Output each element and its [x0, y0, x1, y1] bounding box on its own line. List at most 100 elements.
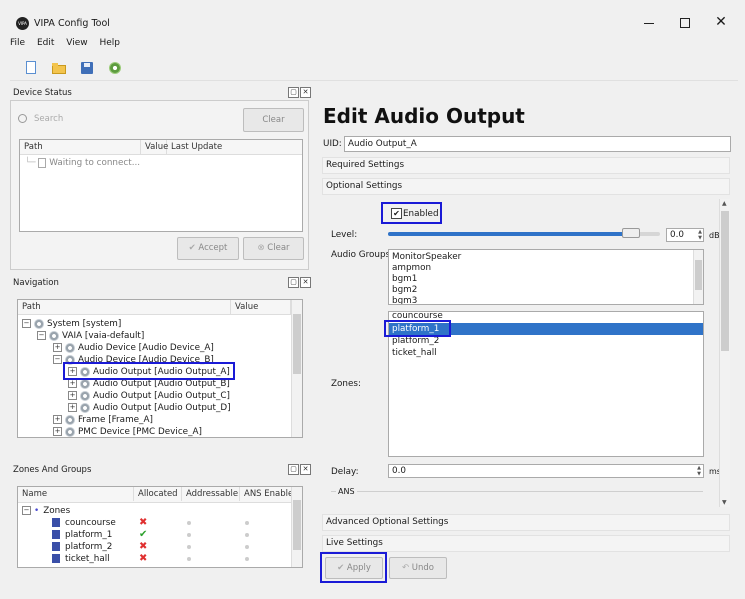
new-icon[interactable] [24, 61, 39, 75]
window-title: VIPA Config Tool [34, 18, 110, 29]
close-panel-icon[interactable]: ✕ [300, 464, 311, 475]
zones-scrollbar[interactable] [291, 487, 302, 567]
list-item[interactable]: bgm3 [392, 296, 417, 304]
list-item[interactable]: ampmon [392, 263, 431, 274]
close-panel-icon[interactable]: ✕ [300, 87, 311, 98]
zone-row[interactable]: councourse ✖ [52, 517, 292, 529]
collapse-icon[interactable]: − [37, 331, 46, 340]
tree-item-system[interactable]: − System [system] [22, 318, 121, 330]
menu-view[interactable]: View [66, 38, 87, 48]
spin-arrows-icon[interactable]: ▲ ▼ [698, 229, 702, 241]
menu-help[interactable]: Help [99, 38, 120, 48]
search-icon [18, 114, 27, 123]
column-name[interactable]: Name [18, 487, 134, 501]
column-path[interactable]: Path [20, 140, 141, 154]
spin-arrows-icon[interactable]: ▲ ▼ [697, 465, 701, 477]
expand-icon[interactable]: + [68, 403, 77, 412]
scrollbar-thumb[interactable] [695, 260, 702, 290]
tree-item-frame-a[interactable]: + Frame [Frame_A] [53, 414, 153, 426]
expand-icon[interactable]: + [53, 415, 62, 424]
level-slider-handle[interactable] [622, 228, 640, 238]
device-status-title: Device Status [13, 88, 72, 98]
close-button[interactable]: ✕ [711, 12, 731, 32]
optional-settings-section[interactable]: Optional Settings [322, 178, 730, 195]
open-folder-icon[interactable] [52, 61, 67, 75]
column-path[interactable]: Path [18, 300, 231, 314]
tree-item-audio-output-c[interactable]: + Audio Output [Audio Output_C] [68, 390, 230, 402]
list-item[interactable]: bgm2 [392, 285, 417, 296]
scroll-down-icon[interactable]: ▼ [722, 499, 727, 506]
expand-icon[interactable]: + [68, 391, 77, 400]
tree-item-zones[interactable]: − • Zones [22, 505, 70, 517]
collapse-icon[interactable]: − [53, 355, 62, 364]
expand-icon[interactable]: + [53, 427, 62, 436]
column-allocated[interactable]: Allocated [134, 487, 182, 501]
list-item[interactable]: bgm1 [392, 274, 417, 285]
collapse-icon[interactable]: − [22, 506, 31, 515]
delay-spinbox[interactable]: 0.0 ▲ ▼ [388, 464, 704, 478]
table-header: Name Allocated Addressable ANS Enabled [18, 487, 299, 503]
menu-file[interactable]: File [10, 38, 25, 48]
tree-item-vaia[interactable]: − VAIA [vaia-default] [37, 330, 144, 342]
expand-icon[interactable]: + [53, 343, 62, 352]
audio-groups-scrollbar[interactable] [693, 250, 703, 304]
level-unit: dB [709, 231, 720, 240]
settings-gear-icon[interactable] [108, 61, 123, 75]
zones-groups-title: Zones And Groups [13, 465, 92, 475]
float-panel-icon[interactable]: ▢ [288, 464, 299, 475]
close-panel-icon[interactable]: ✕ [300, 277, 311, 288]
table-header: Path Value Last Update [20, 140, 302, 155]
list-item[interactable]: ticket_hall [392, 348, 437, 359]
minimize-button[interactable] [640, 15, 660, 31]
advanced-settings-section[interactable]: Advanced Optional Settings [322, 514, 730, 531]
scrollbar-thumb[interactable] [293, 500, 301, 550]
ans-dot-icon [245, 521, 249, 525]
navigation-scrollbar[interactable] [291, 300, 302, 437]
zones-groups-table: Name Allocated Addressable ANS Enabled −… [17, 486, 303, 568]
menu-edit[interactable]: Edit [37, 38, 54, 48]
editor-scrollbar[interactable]: ▲ ▼ [719, 199, 730, 507]
search-input[interactable]: Search [34, 114, 63, 124]
gear-icon [65, 342, 75, 353]
level-spinbox[interactable]: 0.0 ▲ ▼ [666, 228, 704, 242]
undo-button[interactable]: ↶ Undo [389, 557, 447, 579]
menu-bar: File Edit View Help [10, 38, 738, 54]
tree-item-audio-output-d[interactable]: + Audio Output [Audio Output_D] [68, 402, 231, 414]
ans-groupbox [331, 491, 703, 506]
zone-row[interactable]: platform_1 ✔ [52, 529, 292, 541]
column-value[interactable]: Value [141, 140, 168, 154]
required-settings-section[interactable]: Required Settings [322, 157, 730, 174]
float-panel-icon[interactable]: ▢ [288, 277, 299, 288]
tree-item-audio-device-a[interactable]: + Audio Device [Audio Device_A] [53, 342, 214, 354]
float-panel-icon[interactable]: ▢ [288, 87, 299, 98]
gear-icon [65, 414, 75, 425]
zone-row[interactable]: ticket_hall ✖ [52, 553, 292, 565]
column-addressable[interactable]: Addressable [182, 487, 240, 501]
scroll-up-icon[interactable]: ▲ [722, 200, 727, 207]
list-item[interactable]: MonitorSpeaker [392, 252, 461, 263]
live-settings-section[interactable]: Live Settings [322, 535, 730, 552]
list-item[interactable]: platform_2 [392, 336, 439, 347]
column-last-update[interactable]: Last Update [167, 140, 302, 154]
save-icon[interactable] [80, 61, 95, 75]
collapse-icon[interactable]: − [22, 319, 31, 328]
zone-row[interactable]: platform_2 ✖ [52, 541, 292, 553]
tree-item-pmc-device-a[interactable]: + PMC Device [PMC Device_A] [53, 426, 202, 437]
audio-groups-list[interactable]: MonitorSpeaker ampmon bgm1 bgm2 bgm3 [388, 249, 704, 305]
clear-search-button[interactable]: Clear [243, 108, 304, 132]
accept-button[interactable]: ✔ Accept [177, 237, 239, 260]
scrollbar-thumb[interactable] [293, 314, 301, 374]
column-value[interactable]: Value [231, 300, 291, 314]
expand-icon[interactable]: + [68, 379, 77, 388]
app-logo-icon: VIPA [16, 17, 29, 30]
clear-button[interactable]: ⊗ Clear [243, 237, 304, 260]
maximize-button[interactable] [676, 15, 696, 31]
scrollbar-thumb[interactable] [721, 211, 729, 351]
uid-input[interactable]: Audio Output_A [344, 136, 731, 152]
gear-icon [34, 318, 44, 329]
device-status-panel: Search Clear Path Value Last Update └─ W… [10, 100, 309, 270]
level-slider[interactable] [388, 228, 660, 238]
vertical-splitter[interactable] [312, 88, 315, 578]
ans-dot-icon [245, 557, 249, 561]
allocated-x-icon: ✖ [139, 517, 148, 528]
